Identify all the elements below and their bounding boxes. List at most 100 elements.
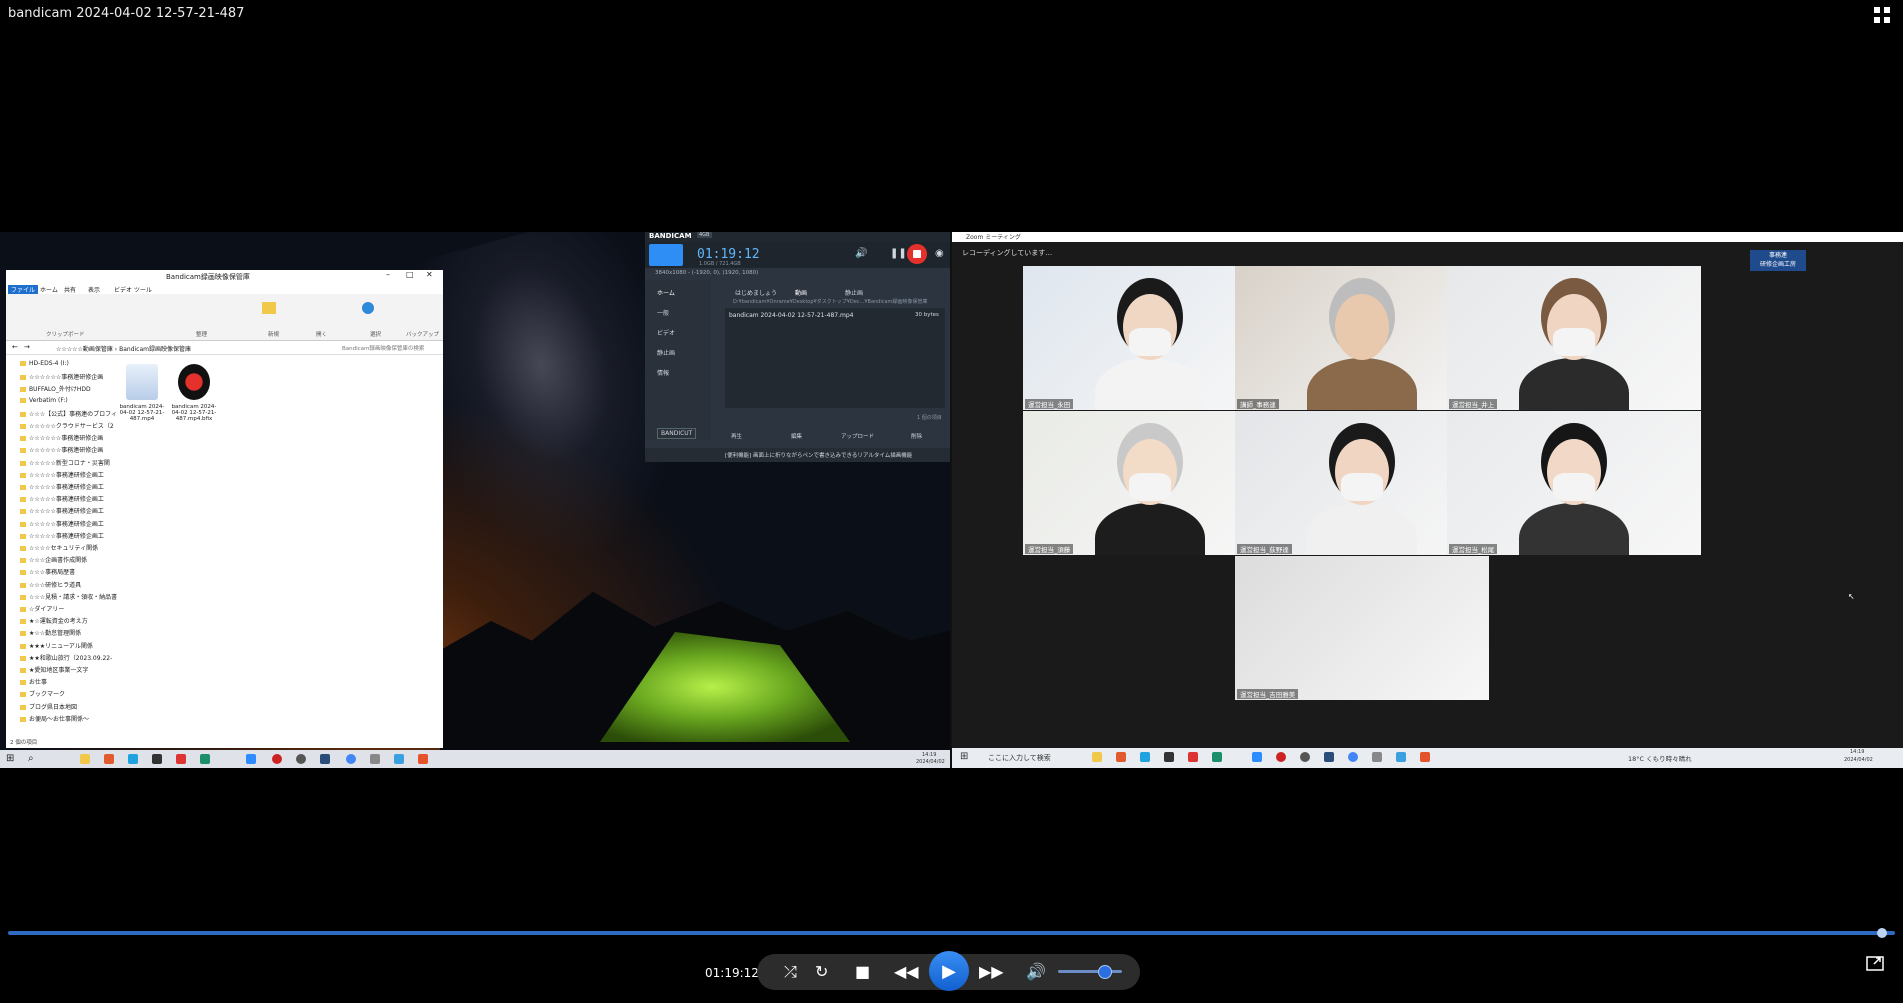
tree-item[interactable]: ☆☆☆☆☆事務連研修企画工 <box>20 470 104 479</box>
tree-item[interactable]: Verbatim (F:) <box>20 397 68 404</box>
tab-video[interactable]: 動画 <box>795 288 807 297</box>
edge-icon[interactable] <box>200 754 210 764</box>
volume-handle[interactable] <box>1098 965 1113 979</box>
tree-item[interactable]: ☆☆☆【公式】事務連のプロフィ <box>20 409 117 418</box>
zoom-window[interactable]: Zoom ミーティング レコーディングしています… 事務連 研修企画工房 ↖ ⊞… <box>952 232 1903 768</box>
navigation-pane[interactable]: HD-EDS-4 (I:) ☆☆☆☆☆☆事務連研修企画 BUFFALO_外付けHDD… <box>6 356 117 738</box>
app-icon[interactable] <box>1188 752 1198 762</box>
start-icon[interactable]: ⊞ <box>6 753 14 764</box>
shuffle-icon[interactable]: ⤮ <box>784 964 797 980</box>
tree-item[interactable]: ★★★リニューアル関係 <box>20 641 93 650</box>
app-icon[interactable] <box>320 754 330 764</box>
delete-button[interactable]: 削除 <box>911 432 922 440</box>
upload-button[interactable]: アップロード <box>841 432 874 440</box>
recorded-file-name[interactable]: bandicam 2024-04-02 12-57-21-487.mp4 <box>729 312 854 319</box>
camera-app-icon[interactable] <box>370 754 380 764</box>
tree-item[interactable]: ☆☆☆☆☆☆事務連研修企画 <box>20 433 103 442</box>
mini-player-icon[interactable] <box>1866 954 1884 972</box>
forward-arrow-icon[interactable]: → <box>24 343 30 351</box>
participant-tile[interactable]: 運営担当_吉田雅美 <box>1235 556 1489 700</box>
minimize-icon[interactable]: – <box>386 270 390 279</box>
repeat-icon[interactable]: ↻ <box>815 964 828 980</box>
nav-image[interactable]: 静止画 <box>657 348 675 357</box>
file-list[interactable]: bandicam 2024-04-02 12-57-21-487.mp4 ban… <box>118 356 438 736</box>
nav-video[interactable]: ビデオ <box>657 328 675 337</box>
tree-item[interactable]: ★愛知地区事業一文字 <box>20 665 88 674</box>
bandicam-titlebar[interactable]: BANDICAM 4GB <box>645 232 950 242</box>
tree-item[interactable]: ★★和歌山旅行（2023.09.22- <box>20 653 112 662</box>
app-icon[interactable] <box>394 754 404 764</box>
tree-item[interactable]: ☆ダイアリー <box>20 604 64 613</box>
bandicam-icon[interactable] <box>272 754 282 764</box>
tree-item[interactable]: ☆☆☆☆セキュリティ関係 <box>20 543 98 552</box>
powerpoint-icon[interactable] <box>418 754 428 764</box>
tab-get-started[interactable]: はじめましょう <box>735 288 777 297</box>
tree-item[interactable]: ☆☆☆見積・請求・領収・納品書 <box>20 592 117 601</box>
firefox-icon[interactable] <box>1116 752 1126 762</box>
address-bar[interactable]: ← → ☆☆☆☆☆動画保管庫 › Bandicam録画映像保管庫 Bandica… <box>6 342 443 355</box>
app-icon[interactable] <box>1164 752 1174 762</box>
tree-item[interactable]: ☆☆☆事務局歴書 <box>20 567 75 576</box>
app-icon[interactable] <box>1324 752 1334 762</box>
volume-icon[interactable]: 🔊 <box>1026 964 1046 980</box>
tree-item[interactable]: ☆☆☆☆☆☆事務連研修企画 <box>20 445 103 454</box>
chrome-icon[interactable] <box>1348 752 1358 762</box>
skype-icon[interactable] <box>128 754 138 764</box>
tree-item[interactable]: ☆☆☆☆☆事務連研修企画工 <box>20 482 104 491</box>
tree-item[interactable]: ☆☆☆研修ヒラ道具 <box>20 580 81 589</box>
output-path[interactable]: D:¥bandicam¥Onrame¥Desktop¥ダスクトップ¥Dec...… <box>733 298 943 305</box>
seek-handle[interactable] <box>1876 928 1887 938</box>
close-icon[interactable]: ✕ <box>426 270 433 279</box>
nav-about[interactable]: 情報 <box>657 368 669 377</box>
tree-item[interactable]: ☆☆☆☆☆☆事務連研修企画 <box>20 372 103 381</box>
file-item-bfix[interactable]: bandicam 2024-04-02 12-57-21-487.mp4.bfi… <box>170 364 218 422</box>
zoom-titlebar[interactable]: Zoom ミーティング <box>952 232 1903 242</box>
bandicam-icon[interactable] <box>1276 752 1286 762</box>
edit-button[interactable]: 編集 <box>791 432 802 440</box>
back-arrow-icon[interactable]: ← <box>12 343 18 351</box>
tree-item[interactable]: お便局～お仕事関係～ <box>20 714 89 723</box>
screen-mode-button[interactable] <box>649 244 683 266</box>
play-button[interactable]: ▶ <box>929 951 969 991</box>
stop-record-button[interactable] <box>907 244 927 264</box>
speaker-icon[interactable]: 🔊 <box>855 248 867 259</box>
start-icon[interactable]: ⊞ <box>960 751 968 762</box>
address-path[interactable]: ☆☆☆☆☆動画保管庫 › Bandicam録画映像保管庫 <box>56 344 191 353</box>
tree-item[interactable]: ★☆☆勤怠管理関係 <box>20 628 81 637</box>
tree-item[interactable]: ブログ県日本地図 <box>20 702 77 711</box>
tab-view[interactable]: 表示 <box>88 285 100 294</box>
app-icon[interactable] <box>176 754 186 764</box>
edge-icon[interactable] <box>1212 752 1222 762</box>
camera-app-icon[interactable] <box>1372 752 1382 762</box>
tree-item[interactable]: ☆☆☆☆☆事務連研修企画工 <box>20 494 104 503</box>
tree-item[interactable]: お仕事 <box>20 677 47 686</box>
tree-item[interactable]: ☆☆☆☆☆クラウドサービス（2 <box>20 421 114 430</box>
tab-video-tools[interactable]: ビデオ ツール <box>114 285 152 294</box>
tree-item[interactable]: ☆☆☆☆☆事務連研修企画工 <box>20 531 104 540</box>
taskbar-search[interactable]: ここに入力して検索 <box>988 753 1051 763</box>
play-button[interactable]: 再生 <box>731 432 742 440</box>
firefox-icon[interactable] <box>104 754 114 764</box>
weather[interactable]: 18°C くもり時々晴れ <box>1628 753 1692 763</box>
tree-item[interactable]: ☆☆☆☆☆事務連研修企画工 <box>20 519 104 528</box>
tab-file[interactable]: ファイル <box>8 285 39 294</box>
folder-icon[interactable] <box>80 754 90 764</box>
new-folder-icon[interactable] <box>262 302 276 314</box>
participant-tile[interactable]: 運営担当_松尾 <box>1447 411 1701 555</box>
app-icon[interactable] <box>1396 752 1406 762</box>
nav-home[interactable]: ホーム <box>657 288 675 297</box>
seek-bar[interactable] <box>8 931 1895 935</box>
powerpoint-icon[interactable] <box>1420 752 1430 762</box>
zoom-icon[interactable] <box>1252 752 1262 762</box>
search-icon[interactable]: ⌕ <box>28 753 34 764</box>
bandicut-button[interactable]: BANDICUT <box>657 428 697 439</box>
skype-icon[interactable] <box>1140 752 1150 762</box>
tree-item[interactable]: HD-EDS-4 (I:) <box>20 360 69 367</box>
video-frame[interactable]: Bandicam録画映像保管庫 – □ ✕ ファイル ホーム 共有 表示 ビデオ… <box>0 232 1903 768</box>
pause-icon[interactable]: ❚❚ <box>890 248 907 259</box>
app-icon[interactable] <box>152 754 162 764</box>
file-explorer-window[interactable]: Bandicam録画映像保管庫 – □ ✕ ファイル ホーム 共有 表示 ビデオ… <box>6 270 443 748</box>
fast-forward-icon[interactable]: ▶▶ <box>979 964 1004 980</box>
tree-item[interactable]: ☆☆☆☆☆新型コロナ・災害関 <box>20 458 110 467</box>
zoom-icon[interactable] <box>246 754 256 764</box>
